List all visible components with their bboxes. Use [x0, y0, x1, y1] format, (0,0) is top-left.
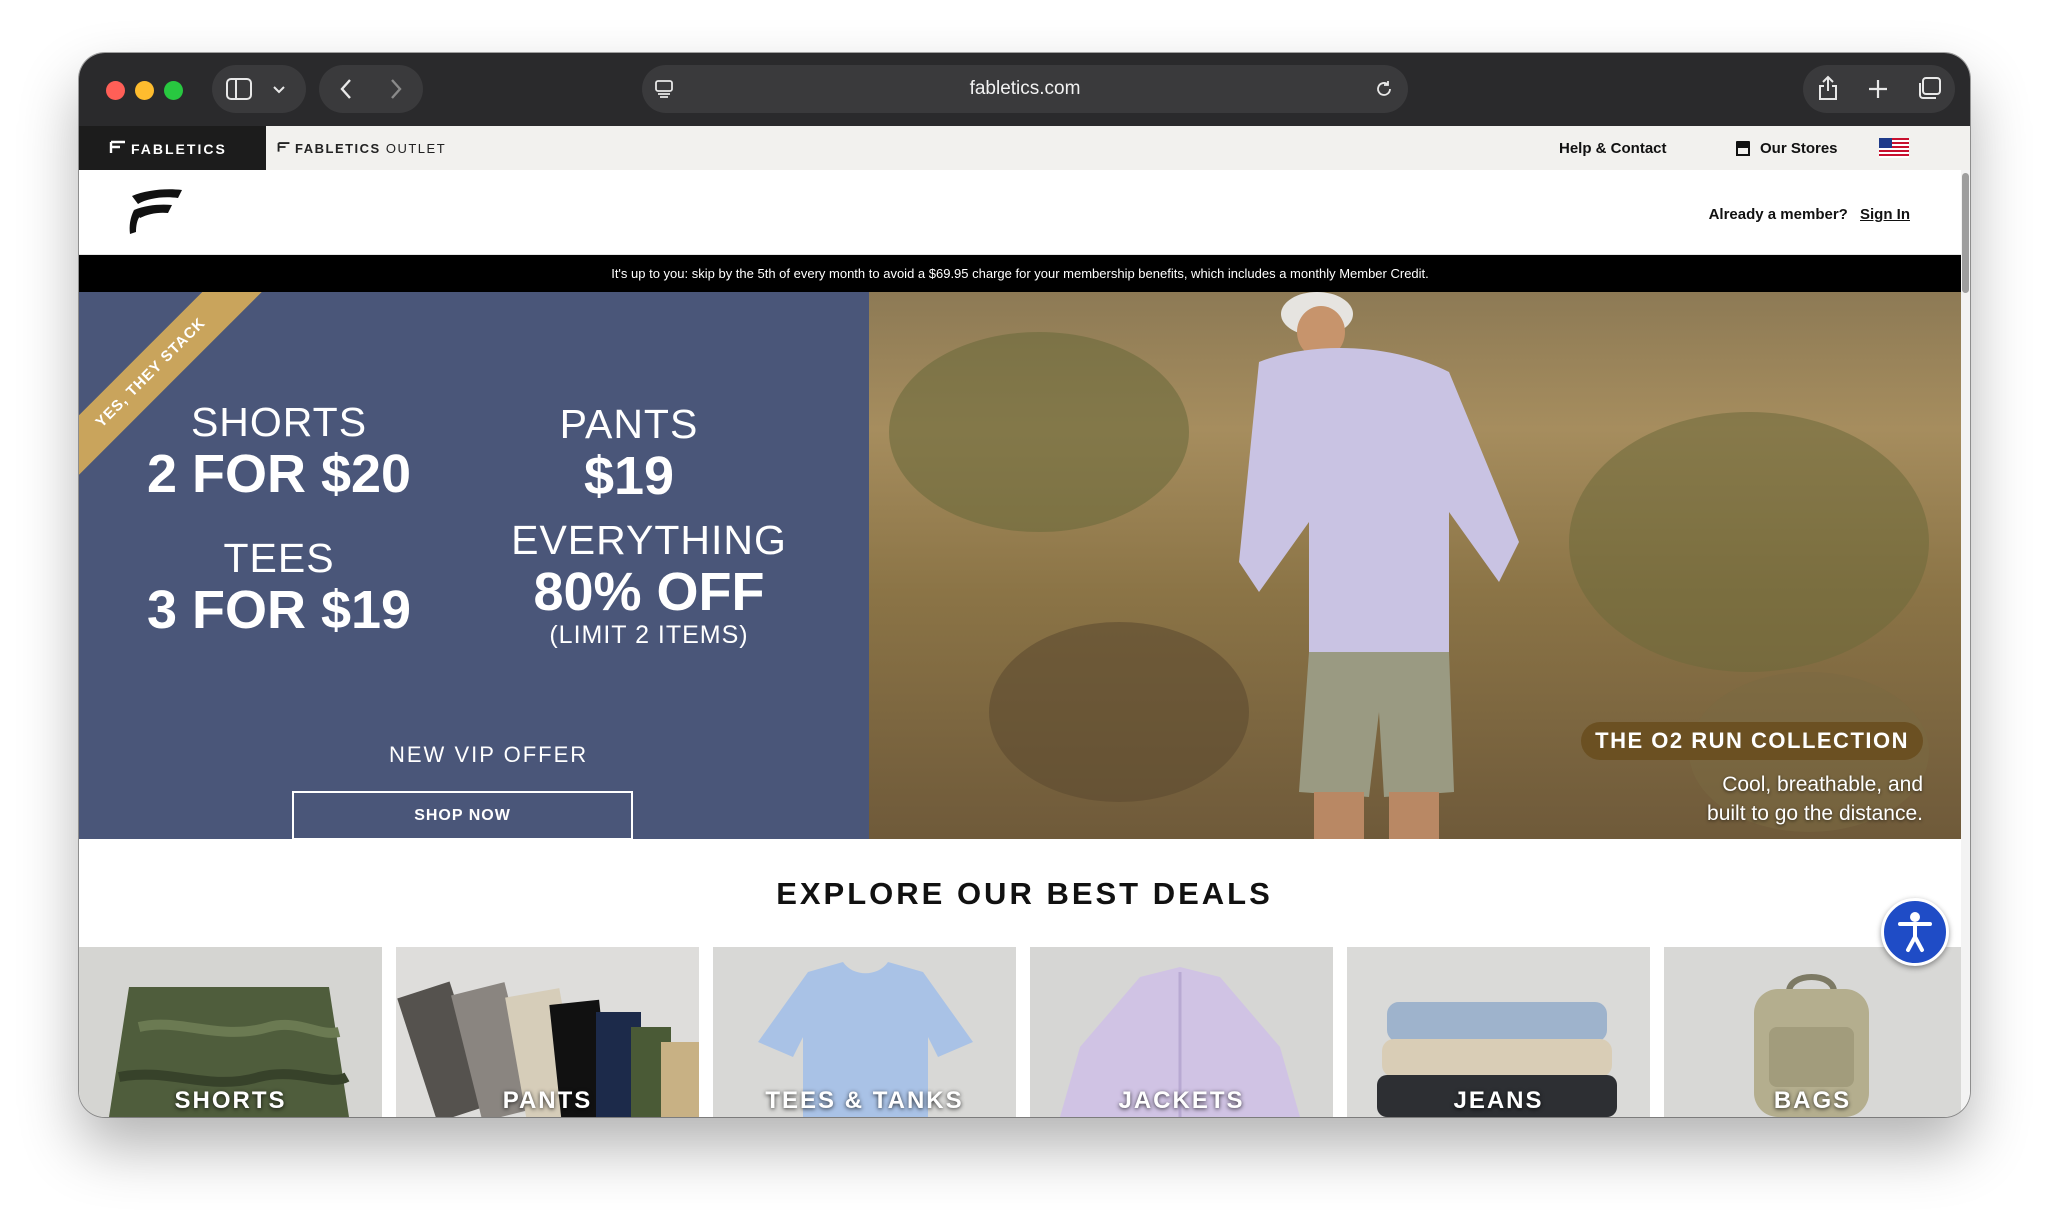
- minimize-window-button[interactable]: [135, 81, 154, 100]
- o2-collection-title: THE O2 RUN COLLECTION: [1581, 722, 1923, 760]
- everything-offer: EVERYTHING 80% OFF (LIMIT 2 ITEMS): [499, 518, 799, 648]
- o2-collection-caption: THE O2 RUN COLLECTION Cool, breathable, …: [1581, 722, 1923, 828]
- category-label-shorts: SHORTS: [174, 1087, 287, 1114]
- site-header: Already a member? Sign In: [79, 170, 1970, 255]
- pants-label: PANTS: [559, 401, 699, 447]
- page-scrollbar[interactable]: [1961, 170, 1970, 1117]
- outlet-logo-icon: [277, 142, 290, 152]
- member-prompt: Already a member?: [1708, 206, 1848, 223]
- category-label-pants: PANTS: [502, 1087, 593, 1114]
- sidebar-icon: [226, 78, 252, 100]
- best-deals-heading: EXPLORE OUR BEST DEALS: [776, 876, 1273, 911]
- site-top-bar: FABLETICS FABLETICS OUTLET Help & Contac…: [79, 126, 1970, 170]
- sign-in-link[interactable]: Sign In: [1860, 206, 1910, 223]
- tees-offer: TEES 3 FOR $19: [139, 536, 419, 640]
- url-text: fabletics.com: [969, 78, 1081, 99]
- pants-deal: $19: [583, 446, 675, 506]
- our-stores-link[interactable]: Our Stores: [1760, 140, 1838, 157]
- back-icon[interactable]: [339, 78, 353, 100]
- category-tile-shorts[interactable]: SHORTS: [79, 947, 382, 1117]
- fabletics-tab[interactable]: FABLETICS: [79, 126, 266, 170]
- membership-notice: It's up to you: skip by the 5th of every…: [79, 255, 1961, 292]
- category-tile-pants[interactable]: PANTS: [396, 947, 699, 1117]
- vip-offer-label: NEW VIP OFFER: [389, 742, 589, 767]
- member-signin: Already a member? Sign In: [1709, 206, 1910, 223]
- shorts-label: SHORTS: [190, 399, 368, 445]
- chevron-down-icon[interactable]: [272, 85, 286, 95]
- accessibility-button[interactable]: [1881, 898, 1949, 966]
- category-tile-jackets[interactable]: JACKETS: [1030, 947, 1333, 1117]
- shop-now-button[interactable]: SHOP NOW: [292, 791, 633, 839]
- category-label-tees-tanks: TEES & TANKS: [765, 1087, 964, 1114]
- category-label-bags: BAGS: [1773, 1087, 1852, 1114]
- everything-deal: 80% OFF: [533, 562, 765, 622]
- o2-run-collection-image[interactable]: THE O2 RUN COLLECTION Cool, breathable, …: [869, 292, 1961, 839]
- tees-label: TEES: [223, 535, 335, 581]
- help-contact-link[interactable]: Help & Contact: [1559, 140, 1667, 157]
- zoom-window-button[interactable]: [164, 81, 183, 100]
- sidebar-toggle-button[interactable]: [212, 65, 306, 113]
- close-window-button[interactable]: [106, 81, 125, 100]
- outlet-brand-text: FABLETICS: [295, 141, 381, 156]
- reload-icon[interactable]: [1374, 79, 1394, 99]
- outlet-suffix-text: OUTLET: [385, 141, 447, 156]
- tees-deal: 3 FOR $19: [146, 580, 412, 640]
- toolbar-actions: [1803, 65, 1955, 113]
- shorts-offer: SHORTS 2 FOR $20: [139, 400, 419, 504]
- store-icon: [1736, 141, 1750, 156]
- browser-toolbar: fabletics.com: [79, 53, 1970, 126]
- address-bar[interactable]: fabletics.com: [642, 65, 1408, 113]
- photo-bush: [889, 332, 1189, 532]
- o2-collection-line1: Cool, breathable, and: [1722, 773, 1923, 796]
- fabletics-logo[interactable]: [126, 186, 186, 238]
- everything-label: EVERYTHING: [511, 517, 787, 563]
- hero-offer-panel[interactable]: YES, THEY STACK SHORTS 2 FOR $20 TEES 3 …: [79, 292, 869, 839]
- tab-overview-icon[interactable]: [1916, 77, 1942, 101]
- fabletics-brand-text: FABLETICS: [131, 141, 227, 157]
- category-tile-bags[interactable]: BAGS: [1664, 947, 1961, 1117]
- o2-collection-line2: built to go the distance.: [1707, 802, 1923, 825]
- shorts-deal: 2 FOR $20: [146, 444, 412, 504]
- share-icon[interactable]: [1817, 75, 1839, 101]
- everything-limit: (LIMIT 2 ITEMS): [549, 621, 749, 649]
- fabletics-outlet-link[interactable]: FABLETICS OUTLET: [295, 141, 446, 156]
- fabletics-logo-icon: [109, 140, 125, 153]
- category-tile-tees-tanks[interactable]: TEES & TANKS: [713, 947, 1016, 1117]
- browser-window: fabletics.com FABLETICS FABLETICS OUTLET…: [79, 53, 1970, 1117]
- forward-icon[interactable]: [389, 78, 403, 100]
- us-flag-icon[interactable]: [1879, 138, 1909, 158]
- runner-figure: [1239, 292, 1519, 839]
- new-tab-icon[interactable]: [1868, 79, 1888, 99]
- category-label-jeans: JEANS: [1453, 1087, 1544, 1114]
- scrollbar-thumb[interactable]: [1962, 173, 1969, 293]
- category-tile-jeans[interactable]: JEANS: [1347, 947, 1650, 1117]
- history-nav: [319, 65, 423, 113]
- accessibility-icon: [1898, 912, 1932, 952]
- pants-offer: PANTS $19: [479, 402, 779, 506]
- category-label-jackets: JACKETS: [1118, 1087, 1245, 1114]
- photo-bush: [1569, 412, 1929, 672]
